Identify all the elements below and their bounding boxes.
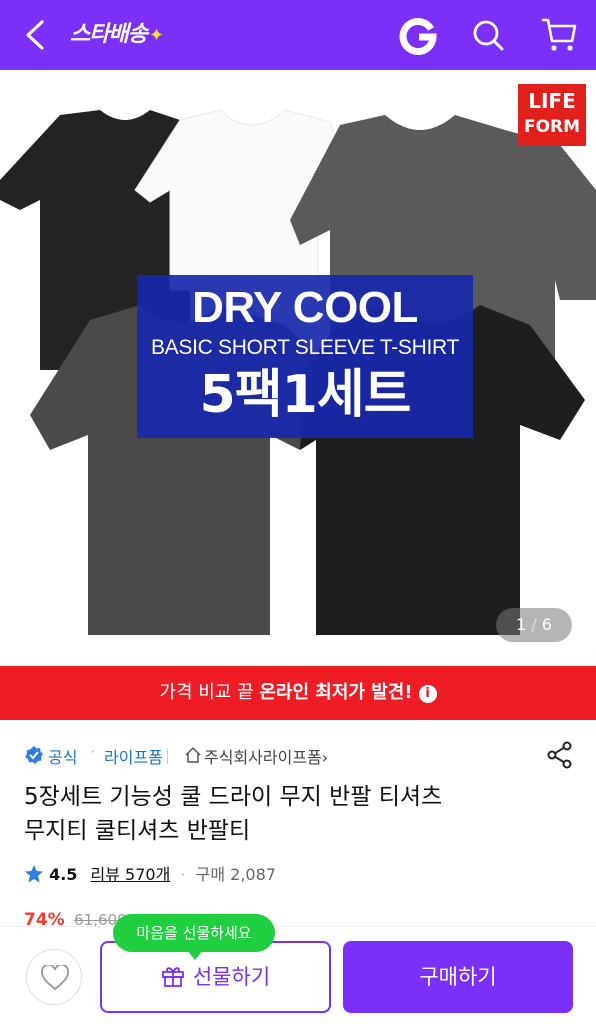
gift-button-label: 선물하기 <box>192 965 271 989</box>
seller-divider <box>167 748 168 764</box>
bottom-action-bar: 선물하기 구매하기 <box>0 926 596 1024</box>
chevron-right-icon: › <box>321 748 329 767</box>
star-icon <box>25 865 43 883</box>
brand-badge-line1: LIFE <box>528 89 576 113</box>
product-title-line2: 무지티 쿨티셔츠 반팔티 <box>24 818 251 844</box>
official-badge-icon <box>25 746 43 764</box>
promo-subtitle: BASIC SHORT SLEEVE T-SHIRT <box>150 336 460 359</box>
seller-row: 공식 · 라이프폼 주식회사라이프폼› <box>24 740 576 770</box>
gift-icon <box>161 967 184 987</box>
store-name-link[interactable]: 라이프폼 <box>104 744 163 768</box>
rating-score: 4.5 <box>49 865 78 884</box>
g-logo-icon[interactable] <box>398 15 438 55</box>
rating-separator: · <box>180 865 186 884</box>
top-header: 스타배송 ✦ <box>0 0 596 70</box>
cart-icon[interactable] <box>540 15 578 53</box>
purchase-count: 구매 2,087 <box>195 865 276 884</box>
image-page-counter: 1 / 6 <box>496 608 572 642</box>
info-icon[interactable]: i <box>418 685 437 703</box>
lowest-price-banner[interactable]: 가격 비교 끝 온라인 최저가 발견! i <box>0 666 596 720</box>
product-title-line1: 5장세트 기능성 쿨 드라이 무지 반팔 티셔츠 <box>24 784 443 810</box>
product-image-carousel[interactable]: LIFE FORM DRY COOL BASIC SHORT SLEEVE T-… <box>0 70 596 666</box>
banner-prefix: 가격 비교 끝 <box>159 682 260 703</box>
back-icon[interactable] <box>18 16 54 54</box>
sparkle-icon: ✦ <box>148 25 164 46</box>
company-name: 주식회사라이프폼 <box>204 748 322 767</box>
brand-logo[interactable]: 스타배송 ✦ <box>70 18 164 52</box>
reviews-link[interactable]: 리뷰 570개 <box>91 865 171 884</box>
gift-tooltip: 마음을 선물하세요 <box>113 914 275 960</box>
brand-badge: LIFE FORM <box>518 84 586 146</box>
promo-pack-label: 5팩1세트 <box>199 365 412 425</box>
brand-logo-text: 스타배송 <box>70 22 148 47</box>
banner-highlight: 온라인 최저가 발견! <box>259 682 413 703</box>
page-total: 6 <box>541 615 552 634</box>
wishlist-button[interactable] <box>26 949 82 1005</box>
seller-dot: · <box>90 742 96 761</box>
buy-button[interactable]: 구매하기 <box>343 941 573 1013</box>
page-current: 1 <box>516 615 527 634</box>
product-title: 5장세트 기능성 쿨 드라이 무지 반팔 티셔츠 무지티 쿨티셔츠 반팔티 <box>24 780 564 848</box>
brand-badge-line2: FORM <box>523 117 581 137</box>
promo-overlay: DRY COOL BASIC SHORT SLEEVE T-SHIRT 5팩1세… <box>137 275 473 438</box>
promo-title: DRY COOL <box>192 283 418 332</box>
official-label: 공식 <box>48 748 78 767</box>
home-icon <box>185 747 201 763</box>
heart-icon <box>41 965 69 991</box>
search-icon[interactable] <box>470 17 506 53</box>
rating-row: 4.5 리뷰 570개 · 구매 2,087 <box>24 862 276 888</box>
company-link[interactable]: 주식회사라이프폼› <box>204 744 328 768</box>
share-icon[interactable] <box>546 740 574 770</box>
page-separator: / <box>531 615 537 634</box>
